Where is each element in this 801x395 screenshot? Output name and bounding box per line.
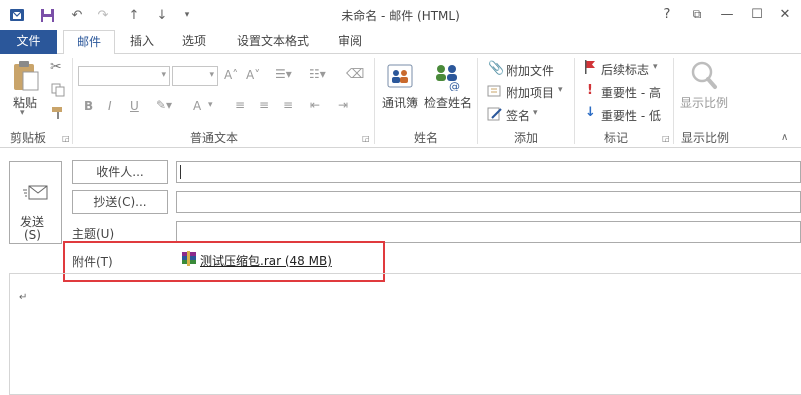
- address-book-label[interactable]: 通讯簿: [382, 94, 418, 111]
- bullets-icon[interactable]: ☰▾: [275, 67, 292, 81]
- high-importance-button[interactable]: 重要性 - 高: [601, 84, 661, 101]
- low-importance-button[interactable]: 重要性 - 低: [601, 107, 661, 124]
- signature-icon: [487, 106, 503, 125]
- tab-options[interactable]: 选项: [172, 30, 216, 54]
- ribbon: 粘贴 ▾ ✂ 剪贴板 ◲ ▾ ▾ A˄ A˅ ☰▾ ☷▾ ⌫ B I U ✎▾ …: [0, 54, 801, 148]
- collapse-ribbon-icon[interactable]: ∧: [781, 132, 788, 143]
- ribbon-display-options-button[interactable]: ⧉: [686, 4, 708, 24]
- follow-up-flag-icon: [584, 60, 596, 77]
- font-size-combo[interactable]: ▾: [172, 66, 218, 86]
- maximize-button[interactable]: ☐: [746, 4, 768, 24]
- italic-button[interactable]: I: [108, 99, 112, 113]
- highlight-color-icon[interactable]: ✎▾: [156, 98, 172, 112]
- divider: [574, 58, 575, 144]
- align-right-icon[interactable]: ≡: [283, 98, 293, 112]
- basic-text-group-label: 普通文本: [190, 131, 239, 145]
- attach-file-button[interactable]: 附加文件: [506, 62, 554, 79]
- shrink-font-button[interactable]: A˅: [246, 68, 260, 82]
- clipboard-group-label: 剪贴板: [10, 131, 47, 145]
- check-names-icon[interactable]: @: [432, 61, 462, 94]
- tags-launcher-icon[interactable]: ◲: [662, 134, 670, 143]
- high-importance-icon: !: [587, 83, 593, 98]
- attach-item-button[interactable]: 附加项目: [506, 84, 554, 101]
- tab-insert[interactable]: 插入: [120, 30, 164, 54]
- tab-review[interactable]: 审阅: [328, 30, 372, 54]
- font-name-combo[interactable]: ▾: [78, 66, 170, 86]
- svg-text:@: @: [449, 80, 460, 91]
- to-button[interactable]: 收件人...: [72, 160, 168, 184]
- basic-text-launcher-icon[interactable]: ◲: [362, 134, 370, 143]
- clipboard-paste-icon[interactable]: [11, 60, 41, 95]
- minimize-button[interactable]: —: [716, 4, 738, 24]
- attach-item-icon: [487, 84, 503, 101]
- title-bar: ↶ ↷ ↑ ↓ ▾ 未命名 - 邮件 (HTML) ? ⧉ — ☐ ✕: [0, 0, 801, 30]
- subject-label: 主题(U): [72, 227, 115, 241]
- follow-up-dropdown-icon[interactable]: ▾: [653, 62, 658, 72]
- paragraph-mark: ↵: [19, 292, 28, 303]
- numbering-icon[interactable]: ☷▾: [309, 67, 326, 81]
- compose-area: 发送 (S) 收件人... 抄送(C)... 主题(U) 附件(T) 测试压缩包…: [0, 148, 801, 395]
- paperclip-icon: 📎: [488, 61, 505, 76]
- decrease-indent-icon[interactable]: ⇤: [310, 98, 320, 112]
- cc-button[interactable]: 抄送(C)...: [72, 190, 168, 214]
- help-button[interactable]: ?: [656, 4, 678, 24]
- divider: [477, 58, 478, 144]
- address-book-icon[interactable]: [386, 62, 414, 93]
- tags-group-label: 标记: [604, 131, 629, 145]
- zoom-icon[interactable]: [690, 60, 718, 93]
- signature-button[interactable]: 签名: [506, 107, 530, 124]
- underline-button[interactable]: U: [130, 99, 139, 113]
- divider: [72, 58, 73, 144]
- send-button[interactable]: 发送 (S): [9, 161, 62, 244]
- signature-dropdown-icon[interactable]: ▾: [533, 108, 538, 118]
- font-color-dropdown-icon[interactable]: ▾: [208, 100, 213, 110]
- divider: [673, 58, 674, 144]
- to-field[interactable]: [176, 161, 801, 183]
- include-group-label: 添加: [514, 131, 539, 145]
- increase-indent-icon[interactable]: ⇥: [338, 98, 348, 112]
- bold-button[interactable]: B: [84, 99, 93, 113]
- zoom-button-label[interactable]: 显示比例: [680, 94, 728, 111]
- format-painter-icon[interactable]: [51, 106, 65, 123]
- divider: [374, 58, 375, 144]
- tab-message[interactable]: 邮件: [63, 30, 115, 55]
- message-body[interactable]: ↵: [9, 273, 801, 395]
- close-button[interactable]: ✕: [774, 4, 796, 24]
- clear-formatting-icon[interactable]: ⌫: [346, 67, 364, 82]
- subject-field[interactable]: [176, 221, 801, 243]
- tab-file[interactable]: 文件: [0, 30, 57, 54]
- zoom-group-label: 显示比例: [681, 131, 730, 145]
- clipboard-launcher-icon[interactable]: ◲: [62, 134, 70, 143]
- cc-field[interactable]: [176, 191, 801, 213]
- tab-format-text[interactable]: 设置文本格式: [228, 30, 318, 54]
- ribbon-tabs: 文件 邮件 插入 选项 设置文本格式 审阅: [0, 30, 801, 55]
- font-color-button[interactable]: A: [193, 99, 201, 113]
- align-center-icon[interactable]: ≡: [259, 98, 269, 112]
- follow-up-button[interactable]: 后续标志: [601, 61, 649, 78]
- copy-icon[interactable]: [51, 83, 65, 100]
- align-left-icon[interactable]: ≡: [235, 98, 245, 112]
- check-names-label[interactable]: 检查姓名: [424, 94, 472, 111]
- send-shortcut: (S): [24, 228, 41, 242]
- send-envelope-icon: [23, 184, 49, 205]
- low-importance-icon: ↓: [585, 105, 596, 120]
- cut-icon[interactable]: ✂: [50, 59, 62, 75]
- grow-font-button[interactable]: A˄: [224, 68, 238, 82]
- window-title: 未命名 - 邮件 (HTML): [341, 9, 460, 23]
- text-cursor: [180, 165, 181, 179]
- paste-button-label[interactable]: 粘贴: [13, 94, 37, 111]
- names-group-label: 姓名: [414, 131, 439, 145]
- paste-dropdown-arrow[interactable]: ▾: [20, 108, 25, 118]
- attach-item-dropdown-icon[interactable]: ▾: [558, 85, 563, 95]
